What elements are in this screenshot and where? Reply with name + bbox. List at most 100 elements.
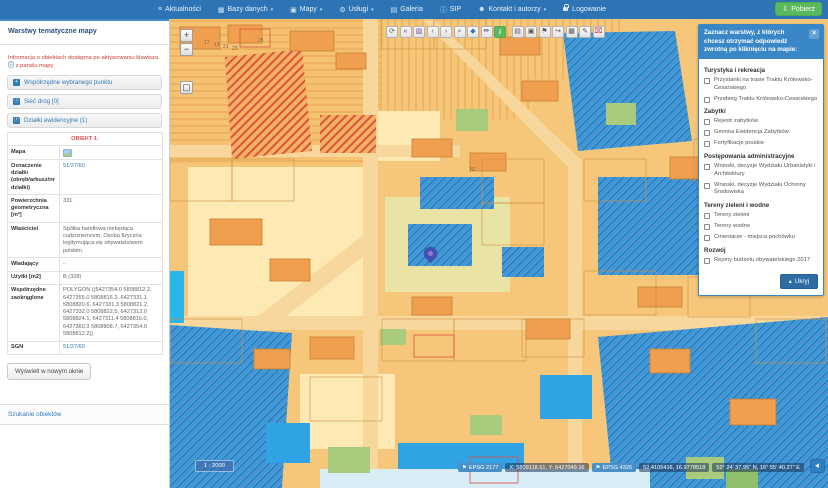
- lock-icon: [563, 6, 569, 13]
- table-row: Powierzchnia geometryczna [m²] 331: [8, 195, 163, 223]
- download-button[interactable]: ⇩Pobierz: [775, 2, 822, 16]
- caret-down-icon: ▾: [320, 7, 323, 13]
- identify-button[interactable]: i: [494, 26, 506, 38]
- checkbox[interactable]: [704, 141, 710, 147]
- table-row: Władający -: [8, 258, 163, 271]
- scale-badge: 1 : 2000: [195, 460, 234, 472]
- zoom-controls: + −: [180, 29, 193, 56]
- info-note: Informacja o obiektach dostępna po aktyw…: [8, 54, 161, 71]
- nav-item-6[interactable]: ☻ Kontakt i autorzy ▾: [478, 6, 546, 13]
- accordion-icon: +: [13, 79, 20, 86]
- value-link[interactable]: 51/27/60: [63, 344, 85, 350]
- layer-checkbox-item[interactable]: Przystanki na trasie Traktu Królewsko-Ce…: [704, 77, 818, 93]
- checkbox[interactable]: [704, 224, 710, 230]
- share-button[interactable]: ↪: [552, 26, 564, 38]
- accordion-list: + Współrzędne wybranego punktu ⓘ Sieć dr…: [0, 75, 169, 128]
- dms-coordinates: 52° 24' 37.95" N, 16° 55' 40.27" E: [712, 463, 804, 472]
- table-row: SGN 51/27/60: [8, 341, 163, 354]
- layers-button[interactable]: ▧: [413, 26, 425, 38]
- draw-button[interactable]: ✎: [579, 26, 591, 38]
- nav-item-0[interactable]: ≡ Aktualności: [158, 6, 201, 13]
- close-icon[interactable]: ×: [809, 29, 819, 39]
- object-header: OBIEKT 1:: [8, 133, 163, 146]
- zoom-in-button[interactable]: +: [180, 29, 193, 42]
- full-extent-button[interactable]: ▢: [180, 81, 193, 94]
- checkbox[interactable]: [704, 258, 710, 264]
- pointer-icon: ▲: [811, 459, 824, 473]
- layer-checkbox-item[interactable]: Wnioski, decyzje Wydziału Ochrony Środow…: [704, 182, 818, 198]
- xy-coordinates: X: 5809118.61, Y: 6427049.16: [505, 463, 588, 472]
- menu-icon: ≡: [158, 6, 162, 13]
- layer-checkbox-item[interactable]: Gminna Ewidencja Zabytków: [704, 129, 818, 137]
- checkbox[interactable]: [704, 78, 710, 84]
- layer-checkbox-item[interactable]: Fortyfikacje pruskie: [704, 140, 818, 148]
- table-icon: ▦: [218, 6, 225, 14]
- layer-section: Zabytki Rejestr zabytków Gminna Ewidencj…: [704, 108, 818, 147]
- flag-icon: ⚑: [596, 465, 601, 471]
- layer-checkbox-item[interactable]: Wnioski, decyzje Wydziału Urbanistyki i …: [704, 163, 818, 179]
- map-canvas[interactable]: 171921232582 + − ▢ ⟳«▧‹›⌕◆✏i▤▣⚑↪▦✎⌧ 1 : …: [170, 19, 828, 488]
- measure-line-button[interactable]: ✏: [481, 26, 493, 38]
- image-icon: ▣: [290, 6, 297, 14]
- object-search-header[interactable]: Szukanie obiektów: [0, 404, 169, 425]
- pan-left-button[interactable]: ‹: [427, 26, 439, 38]
- layer-checkbox-item[interactable]: Rejony budżetu obywatelskiego 2017: [704, 257, 818, 265]
- zoom-window-button[interactable]: ⌕: [454, 26, 466, 38]
- locate-button[interactable]: ▲: [810, 459, 825, 473]
- map-thumbnail-icon[interactable]: [63, 149, 72, 157]
- nav-item-4[interactable]: ▤ Galeria: [391, 6, 423, 14]
- layer-checkbox-item[interactable]: Cmentarze - miejsca pochówku: [704, 234, 818, 242]
- download-icon: ⇩: [782, 5, 788, 13]
- checkbox[interactable]: [704, 119, 710, 125]
- nav-item-5[interactable]: ⓘ SIP: [440, 5, 461, 15]
- accordion-icon: ⓘ: [13, 117, 20, 124]
- epsg-2177-badge[interactable]: ⚑ EPSG 2177: [458, 463, 503, 472]
- checkbox[interactable]: [704, 164, 710, 170]
- parcel-number-label: 17: [204, 40, 210, 46]
- map-toolbar: ⟳«▧‹›⌕◆✏i ▤▣⚑↪▦✎⌧: [386, 26, 605, 38]
- object-attributes-table: OBIEKT 1: Mapa Oznaczenie działki (obręb…: [7, 132, 163, 355]
- info-icon: ⓘ: [440, 5, 447, 15]
- parcel-number-label: 23: [232, 46, 238, 52]
- pan-right-button[interactable]: ›: [440, 26, 452, 38]
- refresh-button[interactable]: ⟳: [386, 26, 398, 38]
- epsg-4326-badge[interactable]: ⚑ EPSG 4326: [592, 463, 637, 472]
- caret-down-icon: ▾: [544, 7, 547, 13]
- clear-button[interactable]: ⌧: [593, 26, 605, 38]
- layer-checkbox-item[interactable]: Tereny wodne: [704, 223, 818, 231]
- nav-item-7[interactable]: Logowanie: [563, 6, 606, 13]
- hide-panel-button[interactable]: ▴Ukryj: [780, 274, 818, 289]
- open-new-window-button[interactable]: Wyświetl w nowym oknie: [7, 363, 91, 380]
- coordinate-statusbar: ⚑ EPSG 2177 X: 5809118.61, Y: 6427049.16…: [458, 463, 804, 472]
- accordion-header[interactable]: + Współrzędne wybranego punktu: [7, 75, 162, 90]
- checkbox[interactable]: [704, 183, 710, 189]
- screenshot-button[interactable]: ▦: [566, 26, 578, 38]
- caret-down-icon: ▾: [371, 7, 374, 13]
- accordion-header[interactable]: ⓘ Sieć dróg [0]: [7, 94, 162, 109]
- value-link[interactable]: 51/27/60: [63, 163, 85, 169]
- top-navbar: ≡ Aktualności ▦ Bazy danych ▾ ▣ Mapy ▾ ⚙…: [0, 0, 828, 19]
- layer-section: Rozwój Rejony budżetu obywatelskiego 201…: [704, 247, 818, 265]
- checkbox[interactable]: [704, 213, 710, 219]
- add-marker-button[interactable]: ⚑: [539, 26, 551, 38]
- user-icon: ☻: [478, 6, 485, 13]
- measure-area-button[interactable]: ◆: [467, 26, 479, 38]
- nav-item-3[interactable]: ⚙ Usługi ▾: [339, 6, 373, 14]
- checkbox[interactable]: [704, 235, 710, 241]
- table-row: Mapa: [8, 146, 163, 160]
- layer-checkbox-item[interactable]: Przebieg Traktu Królewsko-Cesarskiego: [704, 96, 818, 104]
- zoom-out-button[interactable]: −: [180, 43, 193, 56]
- identify-panel-body: Turystyka i rekreacja Przystanki na tras…: [699, 59, 823, 295]
- layer-section-title: Turystyka i rekreacja: [704, 67, 818, 74]
- print-button[interactable]: ▣: [525, 26, 537, 38]
- nav-item-1[interactable]: ▦ Bazy danych ▾: [218, 6, 273, 14]
- accordion-header[interactable]: ⓘ Działki ewidencyjne (1): [7, 113, 162, 128]
- previous-extent-button[interactable]: «: [400, 26, 412, 38]
- attribute-table-button[interactable]: ▤: [512, 26, 524, 38]
- layer-checkbox-item[interactable]: Tereny zieleni: [704, 212, 818, 220]
- checkbox[interactable]: [704, 97, 710, 103]
- checkbox[interactable]: [704, 130, 710, 136]
- layer-checkbox-item[interactable]: Rejestr zabytków: [704, 118, 818, 126]
- chevron-up-icon: ▴: [789, 278, 792, 285]
- nav-item-2[interactable]: ▣ Mapy ▾: [290, 6, 322, 14]
